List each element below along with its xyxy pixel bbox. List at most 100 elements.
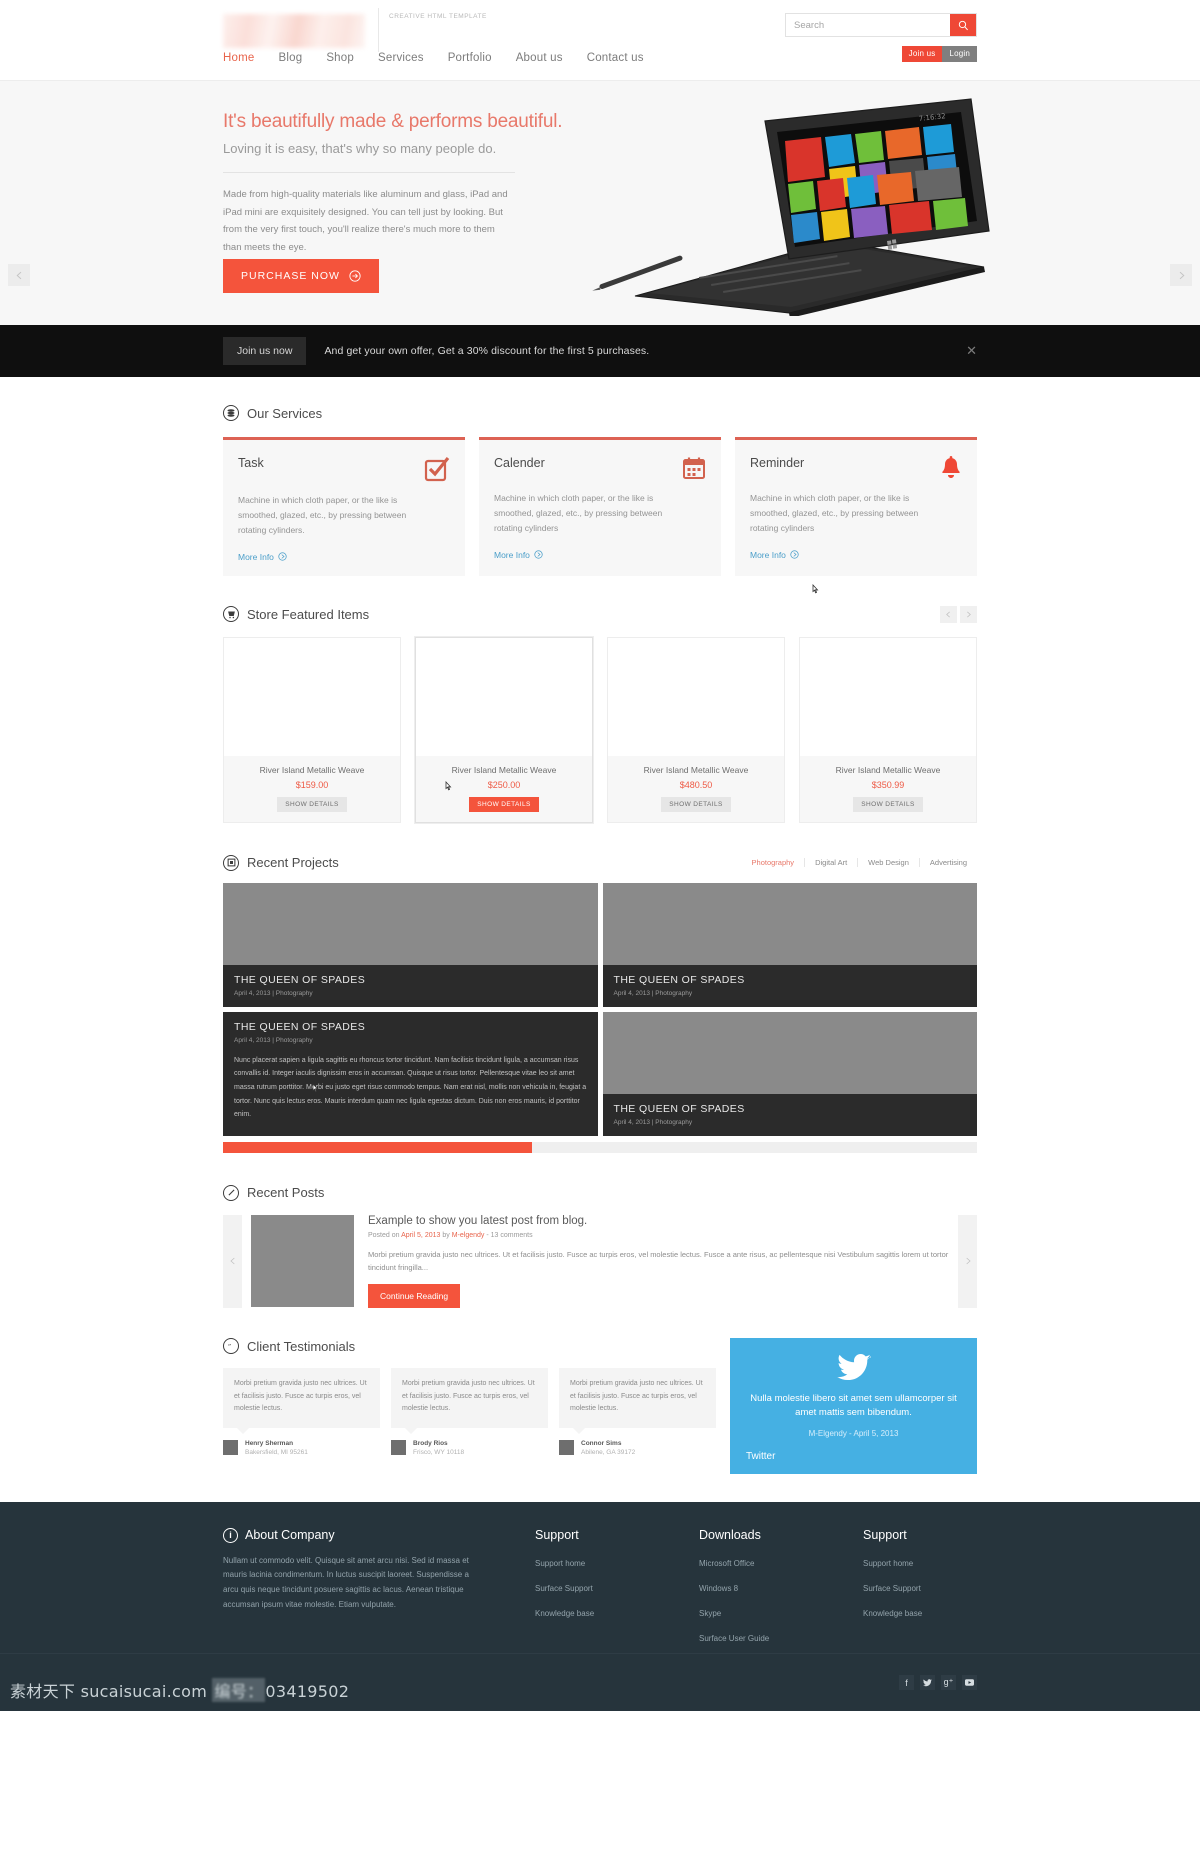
footer-link[interactable]: Windows 8	[699, 1584, 738, 1593]
search-button[interactable]	[950, 14, 976, 36]
project-card[interactable]: THE QUEEN OF SPADES April 4, 2013 | Phot…	[602, 1011, 977, 1136]
projects-scrollbar-thumb[interactable]	[223, 1141, 533, 1153]
product-price: $480.50	[679, 779, 713, 790]
filter-photography[interactable]: Photography	[742, 858, 805, 867]
footer-link[interactable]: Knowledge base	[535, 1609, 594, 1618]
post-prev-button[interactable]	[223, 1214, 242, 1309]
service-description: Machine in which cloth paper, or the lik…	[750, 493, 919, 533]
hero-prev-button[interactable]	[8, 264, 30, 286]
footer-link[interactable]: Surface User Guide	[699, 1634, 769, 1643]
footer-link[interactable]: Microsoft Office	[699, 1559, 754, 1568]
google-plus-icon[interactable]: g⁺	[941, 1675, 956, 1691]
chevron-right-icon	[967, 611, 971, 618]
post-comments: - 13 comments	[484, 1231, 533, 1239]
purchase-now-button[interactable]: PURCHASE NOW	[223, 259, 379, 293]
search-input[interactable]	[786, 14, 950, 36]
project-meta: April 4, 2013 | Photography	[613, 1118, 693, 1126]
watermark-id-label: 编号：	[212, 1677, 266, 1702]
footer-link[interactable]: Surface Support	[863, 1584, 921, 1593]
service-card-task[interactable]: Task Machine in which cloth paper, or th…	[223, 437, 465, 576]
nav-item-home[interactable]: Home	[223, 52, 254, 64]
service-card-calender[interactable]: Calender Machine in which cloth paper, o…	[479, 437, 721, 576]
project-title: THE QUEEN OF SPADES	[234, 1020, 366, 1033]
show-details-button[interactable]: SHOW DETAILS	[661, 796, 731, 812]
site-logo[interactable]	[223, 14, 365, 48]
nav-item-about-us[interactable]: About us	[516, 52, 563, 64]
projects-scrollbar[interactable]	[223, 1141, 977, 1153]
facebook-icon[interactable]: f	[899, 1675, 914, 1691]
service-more-info-link[interactable]: More Info	[494, 550, 706, 560]
product-card[interactable]: River Island Metallic Weave $159.00 SHOW…	[223, 636, 401, 823]
quote-icon: ”	[223, 1338, 239, 1355]
chevron-left-icon	[229, 1258, 235, 1265]
product-card[interactable]: River Island Metallic Weave $350.99 SHOW…	[799, 636, 977, 823]
arrow-right-circle-icon	[349, 270, 361, 282]
twitter-widget: Nulla molestie libero sit amet sem ullam…	[730, 1338, 977, 1474]
close-icon[interactable]: ✕	[966, 343, 977, 359]
store-prev-button[interactable]	[940, 605, 957, 623]
promo-text: And get your own offer, Get a 30% discou…	[324, 345, 650, 357]
footer-link[interactable]: Skype	[699, 1609, 721, 1618]
service-more-info-link[interactable]: More Info	[750, 550, 962, 560]
filter-digital-art[interactable]: Digital Art	[804, 858, 857, 868]
filter-web-design[interactable]: Web Design	[857, 858, 919, 868]
services-title: Our Services	[247, 405, 323, 421]
twitter-link[interactable]: Twitter	[746, 1451, 775, 1462]
product-price: $350.99	[871, 779, 905, 790]
store-next-button[interactable]	[960, 605, 977, 623]
hero-next-button[interactable]	[1170, 264, 1192, 286]
post-meta-by: by	[440, 1231, 452, 1239]
youtube-icon[interactable]	[962, 1675, 977, 1691]
product-card[interactable]: River Island Metallic Weave $480.50 SHOW…	[607, 636, 785, 823]
pencil-icon	[223, 1184, 239, 1201]
product-name: River Island Metallic Weave	[835, 764, 941, 775]
nav-item-contact-us[interactable]: Contact us	[587, 52, 644, 64]
show-details-button[interactable]: SHOW DETAILS	[469, 796, 539, 812]
service-more-info-link[interactable]: More Info	[238, 552, 450, 562]
show-details-button[interactable]: SHOW DETAILS	[853, 796, 923, 812]
hero-divider	[223, 172, 515, 173]
project-thumbnail	[602, 882, 977, 965]
show-details-button[interactable]: SHOW DETAILS	[277, 796, 347, 812]
project-title: THE QUEEN OF SPADES	[234, 973, 366, 986]
project-card[interactable]: THE QUEEN OF SPADES April 4, 2013 | Phot…	[602, 882, 977, 1007]
nav-item-blog[interactable]: Blog	[278, 52, 302, 64]
testimonial-item: Morbi pretium gravida justo nec ultrices…	[391, 1368, 548, 1456]
service-more-info-label: More Info	[238, 551, 274, 562]
footer-link[interactable]: Surface Support	[535, 1584, 593, 1593]
testimonial-item: Morbi pretium gravida justo nec ultrices…	[223, 1368, 380, 1456]
join-us-button[interactable]: Join us	[901, 46, 943, 62]
nav-item-services[interactable]: Services	[378, 52, 424, 64]
avatar	[559, 1439, 574, 1455]
footer-link[interactable]: Support home	[863, 1559, 913, 1568]
continue-reading-button[interactable]: Continue Reading	[368, 1284, 461, 1309]
footer-link[interactable]: Support home	[535, 1559, 585, 1568]
image-icon	[223, 854, 239, 871]
site-tagline: CREATIVE HTML TEMPLATE	[389, 13, 487, 20]
project-card[interactable]: THE QUEEN OF SPADES April 4, 2013 | Phot…	[223, 882, 598, 1007]
hero-body-text: Made from high-quality materials like al…	[223, 189, 508, 253]
footer-link[interactable]: Knowledge base	[863, 1609, 922, 1618]
footer-column-downloads: Downloads Microsoft Office Windows 8 Sky…	[699, 1528, 813, 1653]
footer-column-title: Support	[863, 1527, 907, 1542]
project-body-text: Nunc placerat sapien a ligula sagittis e…	[234, 1056, 587, 1119]
testimonials-section: ” Client Testimonials Morbi pretium grav…	[223, 1308, 977, 1474]
tweet-text: Nulla molestie libero sit amet sem ullam…	[750, 1393, 957, 1419]
service-description: Machine in which cloth paper, or the lik…	[238, 495, 407, 535]
login-button[interactable]: Login	[942, 46, 977, 62]
nav-item-portfolio[interactable]: Portfolio	[448, 52, 492, 64]
filter-advertising[interactable]: Advertising	[918, 858, 977, 868]
product-card[interactable]: River Island Metallic Weave $250.00 SHOW…	[415, 636, 593, 823]
service-card-reminder[interactable]: Reminder Machine in which cloth paper, o…	[735, 437, 977, 576]
footer-about-text: Nullam ut commodo velit. Quisque sit ame…	[223, 1555, 469, 1609]
twitter-icon[interactable]	[920, 1675, 935, 1691]
watermark-id-value: 03419502	[265, 1681, 350, 1701]
nav-item-shop[interactable]: Shop	[326, 52, 354, 64]
site-footer: i About Company Nullam ut commodo velit.…	[0, 1501, 1200, 1653]
project-card-expanded[interactable]: THE QUEEN OF SPADES April 4, 2013 | Phot…	[223, 1011, 598, 1136]
promo-bar: Join us now And get your own offer, Get …	[0, 325, 1200, 377]
post-next-button[interactable]	[958, 1214, 977, 1309]
join-us-now-button[interactable]: Join us now	[223, 337, 307, 365]
product-price: $159.00	[295, 779, 329, 790]
projects-title: Recent Projects	[247, 855, 339, 871]
